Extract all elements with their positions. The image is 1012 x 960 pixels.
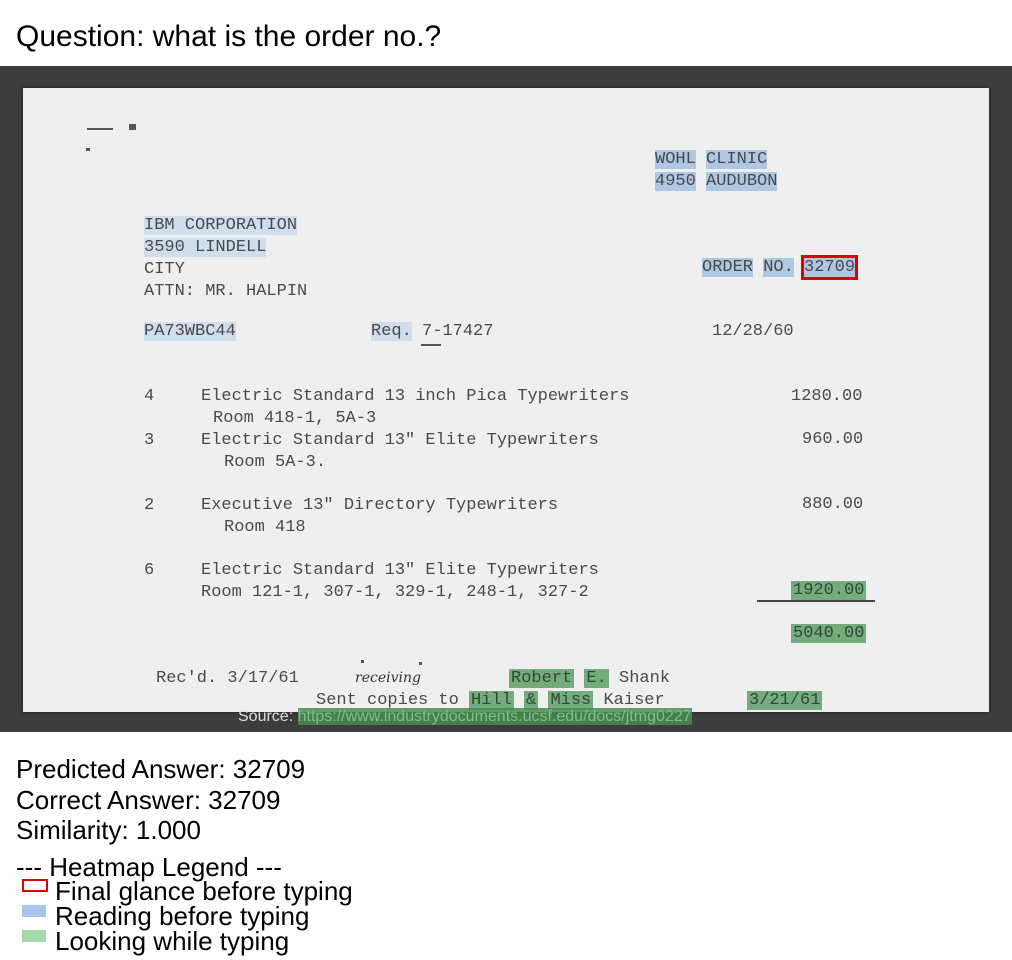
legend-swatch-reading (22, 905, 46, 917)
requisition: Req. 7-17427 (371, 322, 494, 341)
question-text: Question: what is the order no.? (16, 20, 442, 53)
item-description: Electric Standard 13" Elite Typewriters (201, 431, 599, 450)
ink-mark (421, 344, 441, 346)
item-room: Room 418-1, 5A-3 (213, 409, 377, 428)
item-qty: 2 (144, 496, 155, 515)
item-qty: 3 (144, 431, 155, 450)
item-amount: 880.00 (802, 495, 864, 514)
receiving-note: receiving (355, 670, 421, 686)
ink-mark (419, 662, 422, 665)
item-qty: 6 (144, 561, 155, 580)
item-amount: 1280.00 (791, 387, 863, 406)
vendor-attn: ATTN: MR. HALPIN (144, 282, 308, 301)
correct-answer: Correct Answer: 32709 (16, 785, 281, 815)
order-date: 12/28/60 (712, 322, 794, 341)
item-description: Electric Standard 13 inch Pica Typewrite… (201, 387, 630, 406)
vendor-street: 3590 LINDELL (144, 238, 267, 257)
vendor-name: IBM CORPORATION (144, 216, 298, 235)
clinic-address: 4950 AUDUBON (655, 172, 778, 191)
ink-mark (361, 660, 364, 663)
source-caption: Source: https://www.industrydocuments.uc… (238, 708, 692, 725)
legend-typing-label: Looking while typing (55, 926, 290, 956)
sent-date: 3/21/61 (747, 691, 823, 710)
legend-swatch-typing (22, 930, 46, 942)
item-qty: 4 (144, 387, 155, 406)
ink-mark (86, 148, 90, 151)
signer-name: Robert E. Shank (509, 669, 671, 688)
po-code: PA73WBC44 (144, 322, 236, 341)
legend-swatch-final (22, 879, 48, 892)
similarity-score: Similarity: 1.000 (16, 815, 201, 845)
ink-mark (87, 128, 113, 130)
document-scan: WOHL CLINIC 4950 AUDUBON IBM CORPORATION… (0, 66, 1012, 732)
order-number-field: ORDER NO. 32709 (702, 255, 859, 280)
item-amount: 1920.00 (791, 581, 867, 600)
predicted-answer: Predicted Answer: 32709 (16, 754, 306, 784)
document-page: WOHL CLINIC 4950 AUDUBON IBM CORPORATION… (23, 88, 989, 712)
item-description: Electric Standard 13" Elite Typewriters (201, 561, 599, 580)
item-room: Room 418 (224, 518, 306, 537)
item-room: Room 5A-3. (224, 453, 327, 472)
received-date: Rec'd. 3/17/61 (156, 669, 299, 688)
order-total: 5040.00 (791, 624, 867, 643)
order-number-value: 32709 (801, 255, 859, 280)
source-link[interactable]: https://www.industrydocuments.ucsf.edu/d… (297, 708, 692, 725)
clinic-name: WOHL CLINIC (655, 150, 768, 169)
vendor-city: CITY (144, 260, 185, 279)
ink-mark (129, 124, 136, 130)
item-room: Room 121-1, 307-1, 329-1, 248-1, 327-2 (201, 583, 589, 602)
item-amount: 960.00 (802, 430, 864, 449)
item-description: Executive 13" Directory Typewriters (201, 496, 559, 515)
sum-rule (757, 600, 875, 602)
